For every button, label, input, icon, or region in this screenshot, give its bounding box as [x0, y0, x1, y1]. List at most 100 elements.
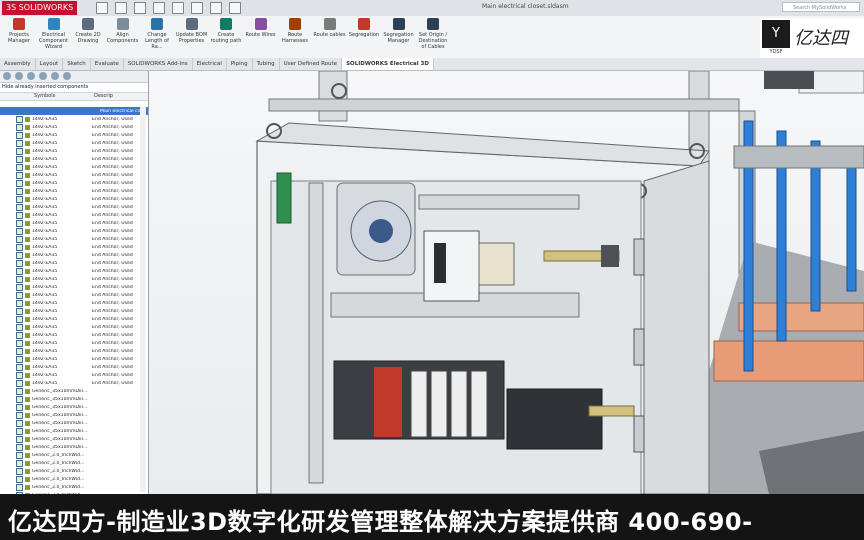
property-manager-icon[interactable] — [15, 72, 23, 80]
checkbox[interactable] — [16, 347, 23, 355]
checkbox[interactable] — [16, 115, 23, 123]
checkbox[interactable] — [16, 403, 23, 411]
checkbox[interactable] — [16, 243, 23, 251]
list-item[interactable]: 1492-EA35 End Anchor, Used — [0, 211, 148, 219]
ribbon-button[interactable]: Change Length of Ra... — [140, 18, 174, 50]
command-tab[interactable]: SOLIDWORKS Add-Ins — [124, 58, 193, 70]
checkbox[interactable] — [16, 155, 23, 163]
checkbox[interactable] — [16, 219, 23, 227]
list-item[interactable]: 1492-EA35 End Anchor, Used — [0, 275, 148, 283]
checkbox[interactable] — [16, 331, 23, 339]
checkbox[interactable] — [16, 123, 23, 131]
checkbox[interactable] — [16, 235, 23, 243]
display-manager-icon[interactable] — [51, 72, 59, 80]
list-item[interactable]: 1492-EA35 End Anchor, Used — [0, 179, 148, 187]
list-item[interactable]: 1492-EA35 End Anchor, Used — [0, 339, 148, 347]
dim-xpert-icon[interactable] — [39, 72, 47, 80]
list-item[interactable]: Generic_2.0_InchWid... — [0, 475, 148, 483]
ribbon-button[interactable]: Projects Manager — [2, 18, 36, 44]
list-item[interactable]: 1492-EA35 End Anchor, Used — [0, 243, 148, 251]
ribbon-button[interactable]: Electrical Component Wizard — [37, 18, 71, 50]
checkbox[interactable] — [16, 211, 23, 219]
list-item[interactable]: 1492-EA35 End Anchor, Used — [0, 371, 148, 379]
list-item[interactable]: 1492-EA35 End Anchor, Used — [0, 195, 148, 203]
checkbox[interactable] — [16, 307, 23, 315]
list-item[interactable]: 1492-EA35 End Anchor, Used — [0, 323, 148, 331]
checkbox[interactable] — [16, 267, 23, 275]
checkbox[interactable] — [16, 323, 23, 331]
checkbox[interactable] — [16, 435, 23, 443]
list-item[interactable]: Generic_35x10mmDin... — [0, 427, 148, 435]
checkbox[interactable] — [16, 299, 23, 307]
list-item[interactable]: Generic_35x10mmDin... — [0, 435, 148, 443]
list-item[interactable]: 1492-EA35 End Anchor, Used — [0, 147, 148, 155]
command-tab[interactable]: Assembly — [0, 58, 36, 70]
checkbox[interactable] — [16, 379, 23, 387]
print-icon[interactable] — [153, 2, 165, 14]
list-item[interactable]: 1492-EA35 End Anchor, Used — [0, 123, 148, 131]
command-tab[interactable]: Piping — [227, 58, 253, 70]
list-item[interactable]: 1492-EA35 End Anchor, Used — [0, 227, 148, 235]
new-file-icon[interactable] — [96, 2, 108, 14]
checkbox[interactable] — [16, 411, 23, 419]
list-item[interactable]: 1492-EA35 End Anchor, Used — [0, 115, 148, 123]
list-item[interactable]: 1492-EA35 End Anchor, Used — [0, 315, 148, 323]
list-item[interactable]: Generic_2.0_InchWid... — [0, 459, 148, 467]
checkbox[interactable] — [16, 483, 23, 491]
ribbon-button[interactable]: Create 2D Drawing — [71, 18, 105, 44]
checkbox[interactable] — [16, 251, 23, 259]
list-item-root[interactable]: Main electrical clos — [0, 107, 148, 115]
options-icon[interactable] — [229, 2, 241, 14]
ribbon-button[interactable]: Align Components — [106, 18, 140, 44]
list-item[interactable]: 1492-EA35 End Anchor, Used — [0, 171, 148, 179]
checkbox[interactable] — [16, 467, 23, 475]
search-input[interactable]: Search MySolidWorks — [782, 2, 860, 12]
checkbox[interactable] — [16, 355, 23, 363]
command-tab[interactable]: Electrical — [193, 58, 227, 70]
checkbox[interactable] — [16, 195, 23, 203]
save-icon[interactable] — [134, 2, 146, 14]
ribbon-button[interactable]: Route Harnesses — [278, 18, 312, 44]
list-item[interactable]: 1492-EA35 End Anchor, Used — [0, 203, 148, 211]
list-item[interactable]: Generic_2.0_InchWid... — [0, 483, 148, 491]
checkbox[interactable] — [16, 363, 23, 371]
checkbox[interactable] — [16, 419, 23, 427]
command-tab[interactable]: Evaluate — [91, 58, 124, 70]
checkbox[interactable] — [16, 443, 23, 451]
command-tab[interactable]: Layout — [36, 58, 64, 70]
list-item[interactable]: Generic_2.0_InchWid... — [0, 451, 148, 459]
list-item[interactable]: 1492-EA35 End Anchor, Used — [0, 291, 148, 299]
checkbox[interactable] — [16, 203, 23, 211]
checkbox[interactable] — [16, 451, 23, 459]
list-item[interactable]: Generic_35x10mmDin... — [0, 419, 148, 427]
ribbon-button[interactable]: Segregation — [347, 18, 381, 38]
list-item[interactable]: 1492-EA35 End Anchor, Used — [0, 131, 148, 139]
checkbox[interactable] — [16, 339, 23, 347]
ribbon-button[interactable]: Route Wires — [244, 18, 278, 38]
list-item[interactable]: 1492-EA35 End Anchor, Used — [0, 219, 148, 227]
checkbox[interactable] — [16, 387, 23, 395]
list-item[interactable]: Generic_35x10mmDin... — [0, 387, 148, 395]
list-item[interactable]: 1492-EA35 End Anchor, Used — [0, 267, 148, 275]
checkbox[interactable] — [16, 315, 23, 323]
list-item[interactable]: 1492-EA35 End Anchor, Used — [0, 299, 148, 307]
checkbox[interactable] — [16, 275, 23, 283]
checkbox[interactable] — [16, 395, 23, 403]
list-item[interactable]: 1492-EA35 End Anchor, Used — [0, 251, 148, 259]
list-item[interactable]: 1492-EA35 End Anchor, Used — [0, 283, 148, 291]
rebuild-icon[interactable] — [210, 2, 222, 14]
list-item[interactable]: 1492-EA35 End Anchor, Used — [0, 235, 148, 243]
open-file-icon[interactable] — [115, 2, 127, 14]
panel-scrollbar[interactable] — [140, 107, 146, 492]
checkbox[interactable] — [16, 171, 23, 179]
list-item[interactable]: Generic_2.0_InchWid... — [0, 467, 148, 475]
checkbox[interactable] — [16, 179, 23, 187]
checkbox[interactable] — [16, 371, 23, 379]
ribbon-button[interactable]: Segregation Manager — [382, 18, 416, 44]
description-column-header[interactable]: Descrip — [94, 93, 113, 100]
checkbox[interactable] — [16, 475, 23, 483]
list-item[interactable]: Generic_35x10mmDin... — [0, 403, 148, 411]
hide-inserted-checkbox[interactable]: Hide already inserted components — [0, 83, 148, 92]
list-item[interactable]: 1492-EA35 End Anchor, Used — [0, 363, 148, 371]
list-item[interactable]: 1492-EA35 End Anchor, Used — [0, 139, 148, 147]
